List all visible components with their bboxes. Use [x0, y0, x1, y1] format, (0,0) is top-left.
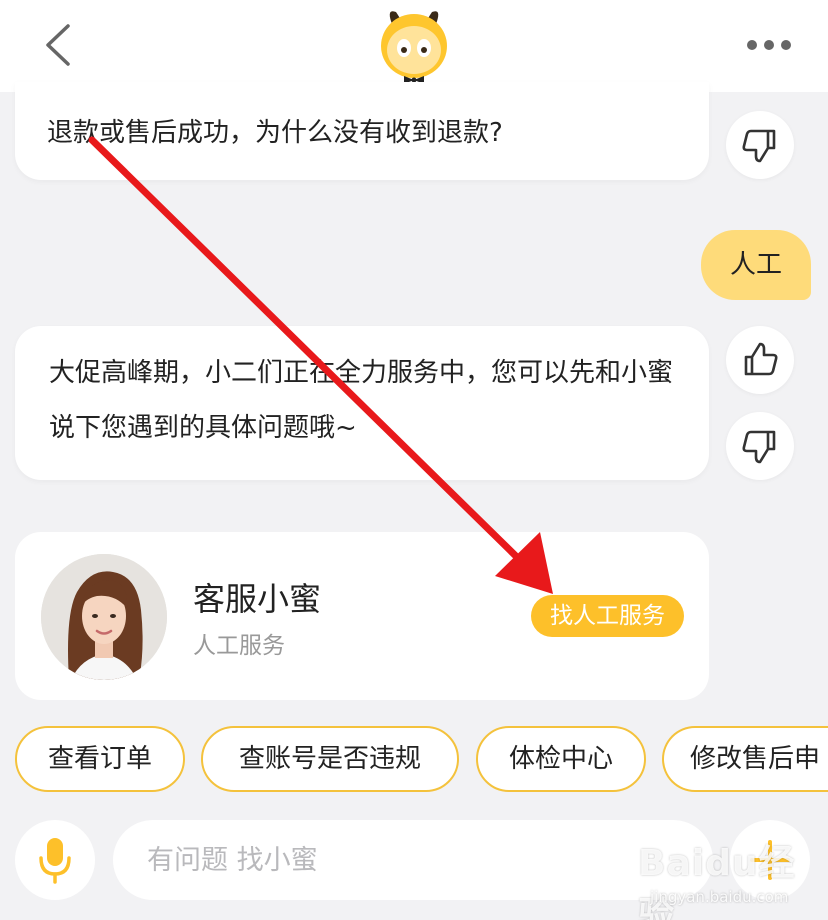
bot-message: 大促高峰期，小二们正在全力服务中，您可以先和小蜜说下您遇到的具体问题哦~	[15, 326, 709, 480]
agent-role: 人工服务	[193, 633, 285, 659]
thumbs-down-icon	[742, 129, 776, 163]
message-text: 退款或售后成功，为什么没有收到退款?	[47, 118, 503, 148]
watermark-text: Baidu经验	[638, 843, 796, 920]
dislike-button[interactable]	[726, 111, 794, 179]
user-message: 人工	[701, 230, 811, 300]
quick-reply-chip[interactable]: 修改售后申	[662, 726, 828, 792]
thumbs-down-icon	[742, 430, 776, 464]
voice-input-button[interactable]	[15, 820, 95, 900]
agent-avatar	[41, 554, 167, 680]
more-options-button[interactable]	[744, 34, 794, 56]
top-nav-bar	[0, 0, 828, 92]
find-human-service-button[interactable]: 找人工服务	[531, 595, 684, 637]
watermark: Baidu经验 jingyan.baidu.com	[630, 826, 826, 920]
chevron-left-icon	[46, 24, 70, 66]
more-dots-icon	[747, 40, 791, 50]
watermark-url: jingyan.baidu.com	[650, 888, 789, 906]
quick-reply-chip[interactable]: 体检中心	[476, 726, 646, 792]
quick-reply-chip[interactable]: 查看订单	[15, 726, 185, 792]
message-text: 大促高峰期，小二们正在全力服务中，您可以先和小蜜说下您遇到的具体问题哦~	[49, 358, 674, 443]
quick-reply-chip[interactable]: 查账号是否违规	[201, 726, 459, 792]
chat-input[interactable]	[113, 820, 713, 900]
microphone-icon	[39, 838, 71, 884]
mascot-logo-icon	[376, 4, 452, 86]
bot-message: 退款或售后成功，为什么没有收到退款?	[15, 82, 709, 180]
back-button[interactable]	[38, 22, 82, 68]
agent-name: 客服小蜜	[193, 580, 322, 618]
like-button[interactable]	[726, 326, 794, 394]
thumbs-up-icon	[744, 342, 778, 376]
agent-card: 客服小蜜 人工服务 找人工服务	[15, 532, 709, 700]
dislike-button[interactable]	[726, 412, 794, 480]
